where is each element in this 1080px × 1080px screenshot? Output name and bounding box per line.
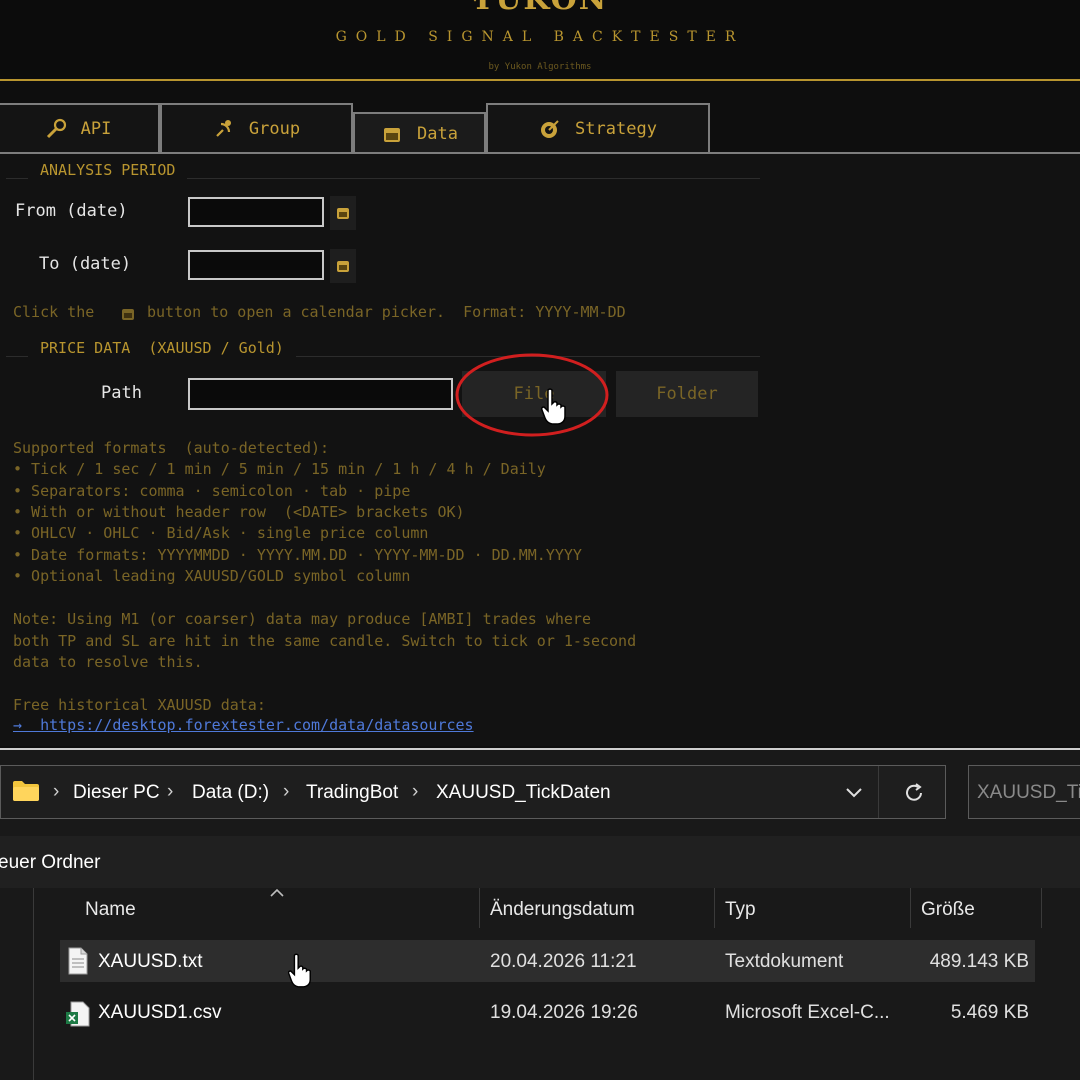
text-file-icon bbox=[68, 947, 88, 975]
tab-data-label: Data bbox=[417, 124, 458, 144]
column-header-size[interactable]: Größe bbox=[921, 899, 975, 921]
formats-item: • Optional leading XAUUSD/GOLD symbol co… bbox=[13, 567, 411, 585]
from-date-label: From (date) bbox=[15, 201, 128, 221]
wrench-icon bbox=[46, 118, 66, 139]
breadcrumb-separator: › bbox=[412, 781, 419, 802]
folder-button[interactable]: Folder bbox=[616, 371, 758, 417]
tab-api[interactable]: API bbox=[0, 103, 160, 153]
column-header-type[interactable]: Typ bbox=[725, 899, 756, 921]
chevron-down-icon[interactable] bbox=[845, 786, 863, 800]
breadcrumb-separator: › bbox=[167, 781, 174, 802]
calendar-hint-suffix: button to open a calendar picker. Format… bbox=[147, 303, 626, 321]
breadcrumb-separator: › bbox=[53, 781, 60, 802]
highlight-circle bbox=[455, 353, 609, 437]
formats-item: • Tick / 1 sec / 1 min / 5 min / 15 min … bbox=[13, 460, 546, 478]
app-byline: by Yukon Algorithms bbox=[488, 62, 592, 72]
tab-group-label: Group bbox=[248, 119, 301, 139]
hand-cursor-icon bbox=[541, 388, 566, 425]
command-bar bbox=[0, 836, 1080, 888]
calendar-icon bbox=[337, 261, 349, 272]
file-size: 489.143 KB bbox=[929, 951, 1029, 972]
file-name: XAUUSD.txt bbox=[98, 951, 203, 972]
diamond-logo-icon bbox=[473, 0, 477, 2]
note-line: Note: Using M1 (or coarser) data may pro… bbox=[13, 610, 591, 628]
formats-item: • Date formats: YYYYMMDD · YYYY.MM.DD · … bbox=[13, 546, 582, 564]
free-data-label: Free historical XAUUSD data: bbox=[13, 696, 266, 714]
to-date-input[interactable] bbox=[188, 250, 324, 280]
file-type: Textdokument bbox=[725, 951, 844, 972]
address-bar-divider bbox=[878, 766, 879, 818]
breadcrumb-item[interactable]: Dieser PC bbox=[73, 782, 160, 804]
calendar-hint-prefix: Click the bbox=[13, 303, 95, 321]
navigation-pane bbox=[0, 888, 34, 1080]
tab-api-label: API bbox=[80, 119, 112, 139]
calendar-icon bbox=[122, 309, 134, 320]
folder-icon bbox=[13, 781, 39, 801]
to-date-label: To (date) bbox=[39, 254, 132, 274]
tab-group[interactable]: Group bbox=[160, 103, 353, 153]
from-date-calendar-button[interactable] bbox=[330, 196, 356, 230]
formats-item: • OHLCV · OHLC · Bid/Ask · single price … bbox=[13, 524, 429, 542]
app-subtitle: GOLD SIGNAL BACKTESTER bbox=[335, 29, 745, 45]
breadcrumb-separator: › bbox=[283, 781, 290, 802]
to-date-calendar-button[interactable] bbox=[330, 249, 356, 283]
analysis-period-title: ANALYSIS PERIOD bbox=[28, 161, 188, 179]
sort-ascending-icon bbox=[270, 888, 284, 897]
formats-heading: Supported formats (auto-detected): bbox=[13, 439, 330, 457]
target-icon bbox=[541, 120, 559, 138]
header-divider bbox=[0, 79, 1080, 81]
tab-data[interactable]: Data bbox=[353, 112, 486, 154]
breadcrumb-item[interactable]: XAUUSD_TickDaten bbox=[436, 782, 611, 804]
column-header-modified[interactable]: Änderungsdatum bbox=[490, 899, 635, 921]
file-name: XAUUSD1.csv bbox=[98, 1002, 222, 1023]
column-separator[interactable] bbox=[714, 888, 715, 928]
free-data-link[interactable]: → https://desktop.forextester.com/data/d… bbox=[13, 716, 474, 734]
calendar-icon bbox=[337, 208, 349, 219]
search-placeholder: XAUUSD_TickDaten bbox=[977, 782, 1080, 803]
new-folder-button[interactable]: euer Ordner bbox=[0, 852, 100, 874]
file-size: 5.469 KB bbox=[950, 1002, 1029, 1023]
tab-strategy[interactable]: Strategy bbox=[486, 103, 710, 153]
formats-item: • With or without header row (<DATE> bra… bbox=[13, 503, 465, 521]
file-modified: 19.04.2026 19:26 bbox=[490, 1002, 638, 1023]
app-brand: YUKON bbox=[0, 0, 1080, 17]
refresh-icon[interactable] bbox=[903, 782, 925, 804]
file-modified: 20.04.2026 11:21 bbox=[490, 951, 637, 972]
price-data-title: PRICE DATA (XAUUSD / Gold) bbox=[28, 339, 296, 357]
excel-file-icon bbox=[66, 1001, 90, 1027]
file-type: Microsoft Excel-C... bbox=[725, 1002, 890, 1023]
column-separator[interactable] bbox=[910, 888, 911, 928]
calendar-icon bbox=[384, 128, 401, 142]
note-line: both TP and SL are hit in the same candl… bbox=[13, 632, 637, 650]
formats-item: • Separators: comma · semicolon · tab · … bbox=[13, 482, 411, 500]
column-header-name[interactable]: Name bbox=[85, 899, 136, 921]
satellite-icon bbox=[216, 120, 231, 137]
tab-strategy-label: Strategy bbox=[575, 119, 657, 139]
breadcrumb-item[interactable]: TradingBot bbox=[306, 782, 398, 804]
column-separator[interactable] bbox=[1041, 888, 1042, 928]
note-line: data to resolve this. bbox=[13, 653, 203, 671]
column-separator[interactable] bbox=[479, 888, 480, 928]
breadcrumb-item[interactable]: Data (D:) bbox=[192, 782, 269, 804]
path-input[interactable] bbox=[188, 378, 453, 410]
hand-cursor-icon bbox=[287, 953, 311, 988]
from-date-input[interactable] bbox=[188, 197, 324, 227]
path-label: Path bbox=[101, 383, 142, 403]
